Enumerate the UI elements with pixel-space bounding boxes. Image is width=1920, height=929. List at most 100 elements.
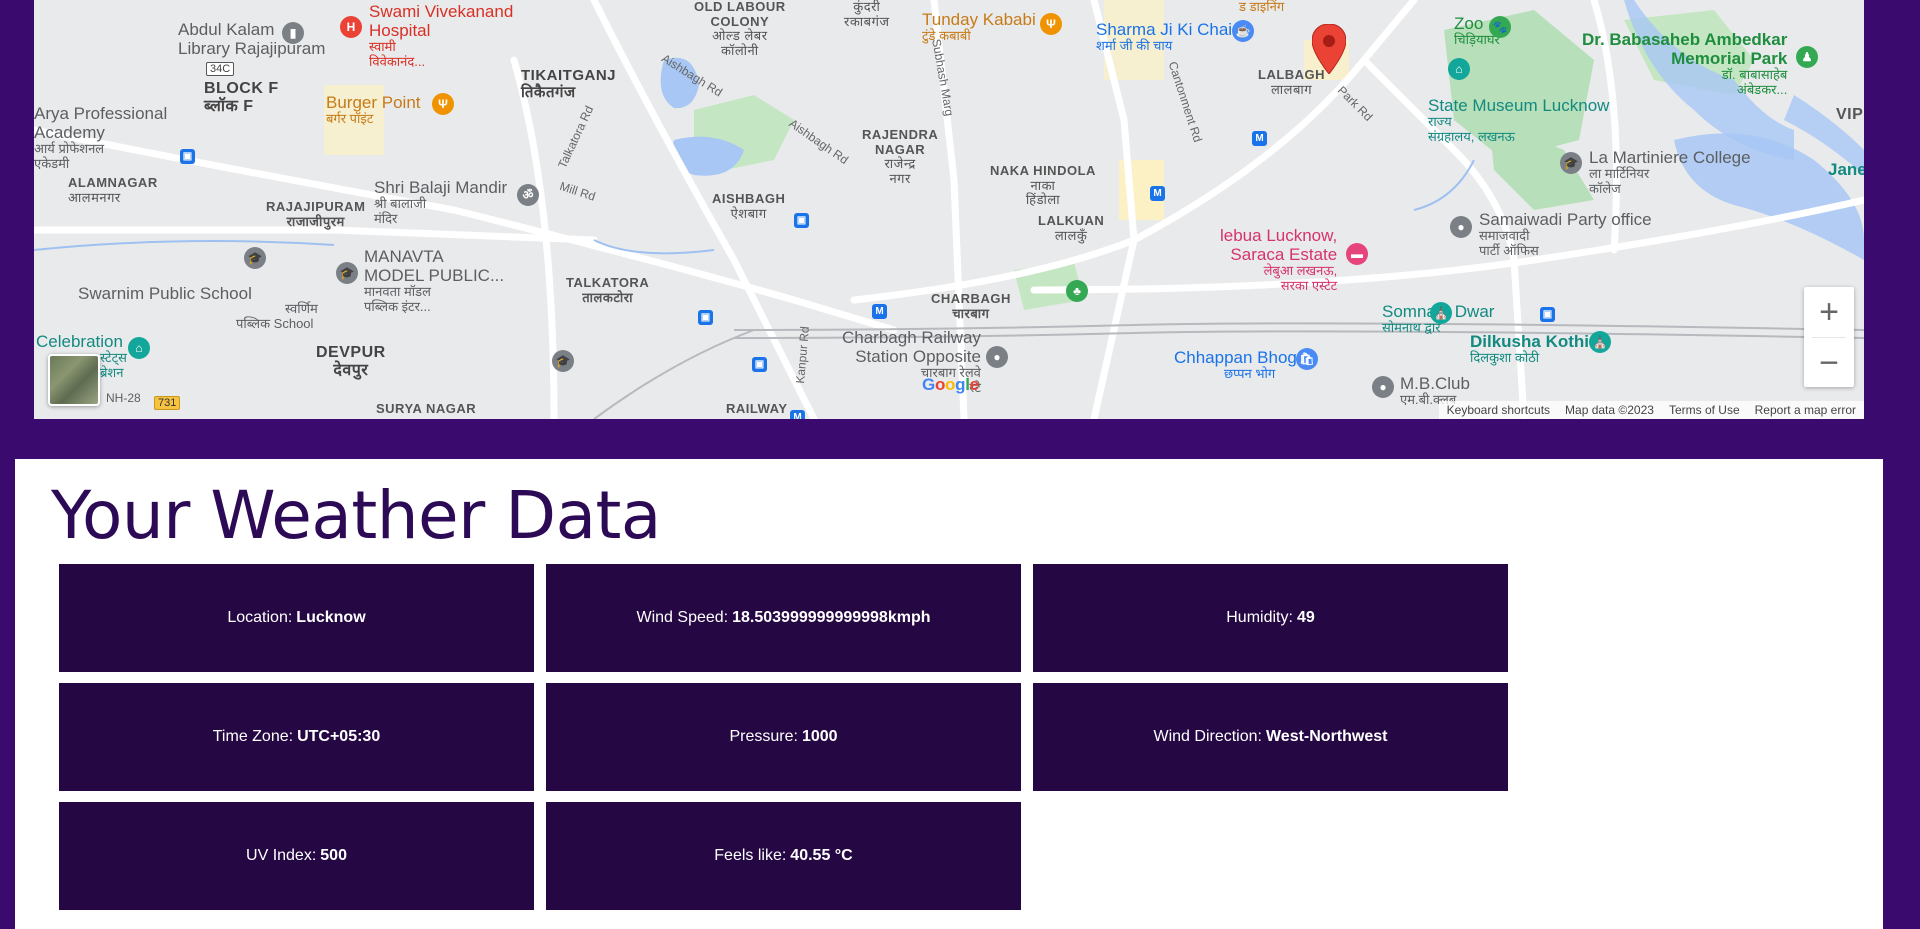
- label-block-f: BLOCK F ब्लॉक F: [204, 80, 279, 115]
- label-lebua-saraca: lebua Lucknow, Saraca Estate लेबुआ लखनऊ,…: [1220, 226, 1338, 293]
- wind-direction-card: Wind Direction: West-Northwest: [1033, 683, 1508, 791]
- time-zone-card: Time Zone: UTC+05:30: [59, 683, 534, 791]
- restaurant-pin-icon[interactable]: Ψ: [432, 93, 454, 115]
- label-manavta-model-public: MANAVTA MODEL PUBLIC... मानवता मॉडल पब्ल…: [364, 247, 505, 314]
- school-pin-icon[interactable]: 🎓: [244, 247, 266, 269]
- card-value: 40.55 °C: [790, 847, 853, 864]
- report-map-error-link[interactable]: Report a map error: [1755, 403, 1856, 417]
- label-rajendra-nagar: RAJENDRA NAGAR राजेन्द्र नगर: [862, 127, 939, 186]
- label-shri-balaji-mandir: Shri Balaji Mandir श्री बालाजी मंदिर: [374, 178, 508, 226]
- school-pin-icon[interactable]: 🎓: [336, 262, 358, 284]
- google-logo: Google: [922, 375, 979, 394]
- location-pin-icon[interactable]: ●: [1372, 376, 1394, 398]
- location-marker-icon[interactable]: [1312, 24, 1346, 74]
- location-card: Location: Lucknow: [59, 564, 534, 672]
- card-label: Pressure:: [729, 728, 798, 745]
- metro-station-icon[interactable]: M: [790, 410, 805, 419]
- park-pin-icon[interactable]: ♣: [1066, 280, 1088, 302]
- card-label: Humidity:: [1226, 609, 1293, 626]
- feels-like-card: Feels like: 40.55 °C: [546, 802, 1021, 910]
- label-rajajipuram: RAJAJIPURAM राजाजीपुरम: [266, 199, 366, 229]
- label-la-martiniere: La Martiniere College ला मार्टिनियर कॉले…: [1589, 148, 1751, 196]
- label-swarnim-public-school: Swarnim Public School स्वर्णिम पब्लिक Sc…: [78, 284, 318, 331]
- label-chhappan-bhog: Chhappan Bhog छप्पन भोग: [1174, 348, 1297, 382]
- satellite-layer-toggle[interactable]: [48, 354, 100, 406]
- label-burger-point: Burger Point बर्गर पॉइंट: [326, 93, 421, 127]
- label-samajwadi-party: Samaiwadi Party office समाजवादी पार्टी ऑ…: [1479, 210, 1652, 258]
- metro-station-icon[interactable]: M: [872, 304, 887, 319]
- label-state-museum: State Museum Lucknow राज्य संग्रहालय, लख…: [1428, 96, 1610, 144]
- card-label: Wind Speed:: [636, 609, 729, 626]
- hotel-pin-icon[interactable]: ▬: [1346, 243, 1368, 265]
- card-label: UV Index:: [246, 847, 317, 864]
- humidity-card: Humidity: 49: [1033, 564, 1508, 672]
- label-lalkuan: LALKUAN लालकुँ: [1038, 213, 1105, 243]
- label-alamnagar: ALAMNAGAR आलमनगर: [68, 175, 158, 205]
- keyboard-shortcuts-link[interactable]: Keyboard shortcuts: [1447, 403, 1550, 417]
- badge-731: 731: [154, 396, 181, 410]
- label-surya-nagar: SURYA NAGAR: [376, 401, 477, 416]
- metro-station-icon[interactable]: M: [1252, 131, 1267, 146]
- label-ambedkar-park: Dr. Babasaheb Ambedkar Memorial Park डॉ.…: [1582, 30, 1788, 97]
- label-old-labour-colony: OLD LABOUR COLONY ओल्ड लेबर कॉलोनी: [694, 0, 786, 58]
- bus-stop-icon[interactable]: ▣: [752, 357, 767, 372]
- hospital-pin-icon[interactable]: H: [340, 16, 362, 38]
- bus-stop-icon[interactable]: ▣: [794, 213, 809, 228]
- venue-pin-icon[interactable]: ⌂: [128, 337, 150, 359]
- terms-of-use-link[interactable]: Terms of Use: [1669, 403, 1740, 417]
- school-pin-icon[interactable]: 🎓: [1560, 152, 1582, 174]
- monument-pin-icon[interactable]: ⛪: [1430, 302, 1452, 324]
- zoom-out-button[interactable]: −: [1804, 338, 1854, 388]
- map-attribution-bar: Keyboard shortcuts Map data ©2023 Terms …: [1438, 401, 1864, 419]
- zoom-in-button[interactable]: +: [1804, 287, 1854, 337]
- weather-title: Your Weather Data: [51, 477, 661, 554]
- label-jane: Jane: [1828, 160, 1864, 179]
- card-value: 49: [1296, 609, 1315, 626]
- label-arya-academy: Arya Professional Academy आर्य प्रोफेशनल…: [34, 104, 168, 171]
- label-rakabganj: कुंदरी रकाबगंज: [844, 0, 890, 29]
- label-naka-hindola: NAKA HINDOLA नाका हिंडोला: [990, 163, 1096, 208]
- label-dining: ड डाइनिंग: [1239, 0, 1285, 14]
- label-abdul-kalam: Abdul Kalam Library Rajajipuram: [178, 20, 326, 59]
- metro-station-icon[interactable]: M: [1150, 186, 1165, 201]
- zoom-controls: + −: [1804, 287, 1854, 387]
- card-value: 500: [320, 847, 347, 864]
- park-pin-icon[interactable]: ♟: [1796, 46, 1818, 68]
- monument-pin-icon[interactable]: ⛪: [1589, 331, 1611, 353]
- bus-stop-icon[interactable]: ▣: [1540, 307, 1555, 322]
- map-view[interactable]: Abdul Kalam Library Rajajipuram ▮ H Swam…: [34, 0, 1864, 419]
- temple-pin-icon[interactable]: ॐ: [517, 184, 539, 206]
- label-sharma-ji-ki-chai: Sharma Ji Ki Chai शर्मा जी की चाय: [1096, 20, 1233, 54]
- bus-stop-icon[interactable]: ▣: [180, 149, 195, 164]
- weather-cards-grid: Location: Lucknow Wind Speed: 18.503999999…: [59, 564, 1519, 910]
- label-devpur: DEVPUR देवपुर: [316, 344, 386, 379]
- card-value: 1000: [801, 728, 838, 745]
- card-label: Location:: [227, 609, 293, 626]
- cafe-pin-icon[interactable]: ☕: [1232, 20, 1254, 42]
- museum-pin-icon[interactable]: ⌂: [1448, 58, 1470, 80]
- pressure-card: Pressure: 1000: [546, 683, 1021, 791]
- card-value: Lucknow: [296, 609, 366, 626]
- label-vip: VIP: [1836, 106, 1864, 123]
- wind-speed-card: Wind Speed: 18.503999999999998kmph: [546, 564, 1021, 672]
- card-value: 18.503999999999998kmph: [732, 609, 931, 626]
- label-nh28: NH-28: [106, 391, 141, 405]
- label-talkatora: TALKATORA तालकटोरा: [566, 275, 650, 305]
- label-tikaitganj: TIKAITGANJ तिकैतगंज: [521, 67, 616, 101]
- shopping-pin-icon[interactable]: 🛍: [1296, 348, 1318, 370]
- card-label: Wind Direction:: [1153, 728, 1262, 745]
- zoo-pin-icon[interactable]: 🐾: [1489, 16, 1511, 38]
- card-label: Feels like:: [714, 847, 787, 864]
- location-pin-icon[interactable]: ●: [986, 346, 1008, 368]
- library-pin-icon[interactable]: ▮: [282, 22, 304, 44]
- school-pin-icon[interactable]: 🎓: [552, 350, 574, 372]
- label-dilkusha-kothi: Dilkusha Kothi दिलकुशा कोठी: [1470, 332, 1590, 366]
- card-value: UTC+05:30: [297, 728, 381, 745]
- bus-stop-icon[interactable]: ▣: [698, 310, 713, 325]
- restaurant-pin-icon[interactable]: Ψ: [1040, 13, 1062, 35]
- label-railway: RAILWAY: [726, 401, 788, 416]
- badge-34c: 34C: [206, 62, 235, 76]
- office-pin-icon[interactable]: ●: [1450, 216, 1472, 238]
- map-data-text: Map data ©2023: [1565, 403, 1654, 417]
- label-swami-vivekanand-hospital: Swami Vivekanand Hospital स्वामी विवेकान…: [369, 2, 514, 69]
